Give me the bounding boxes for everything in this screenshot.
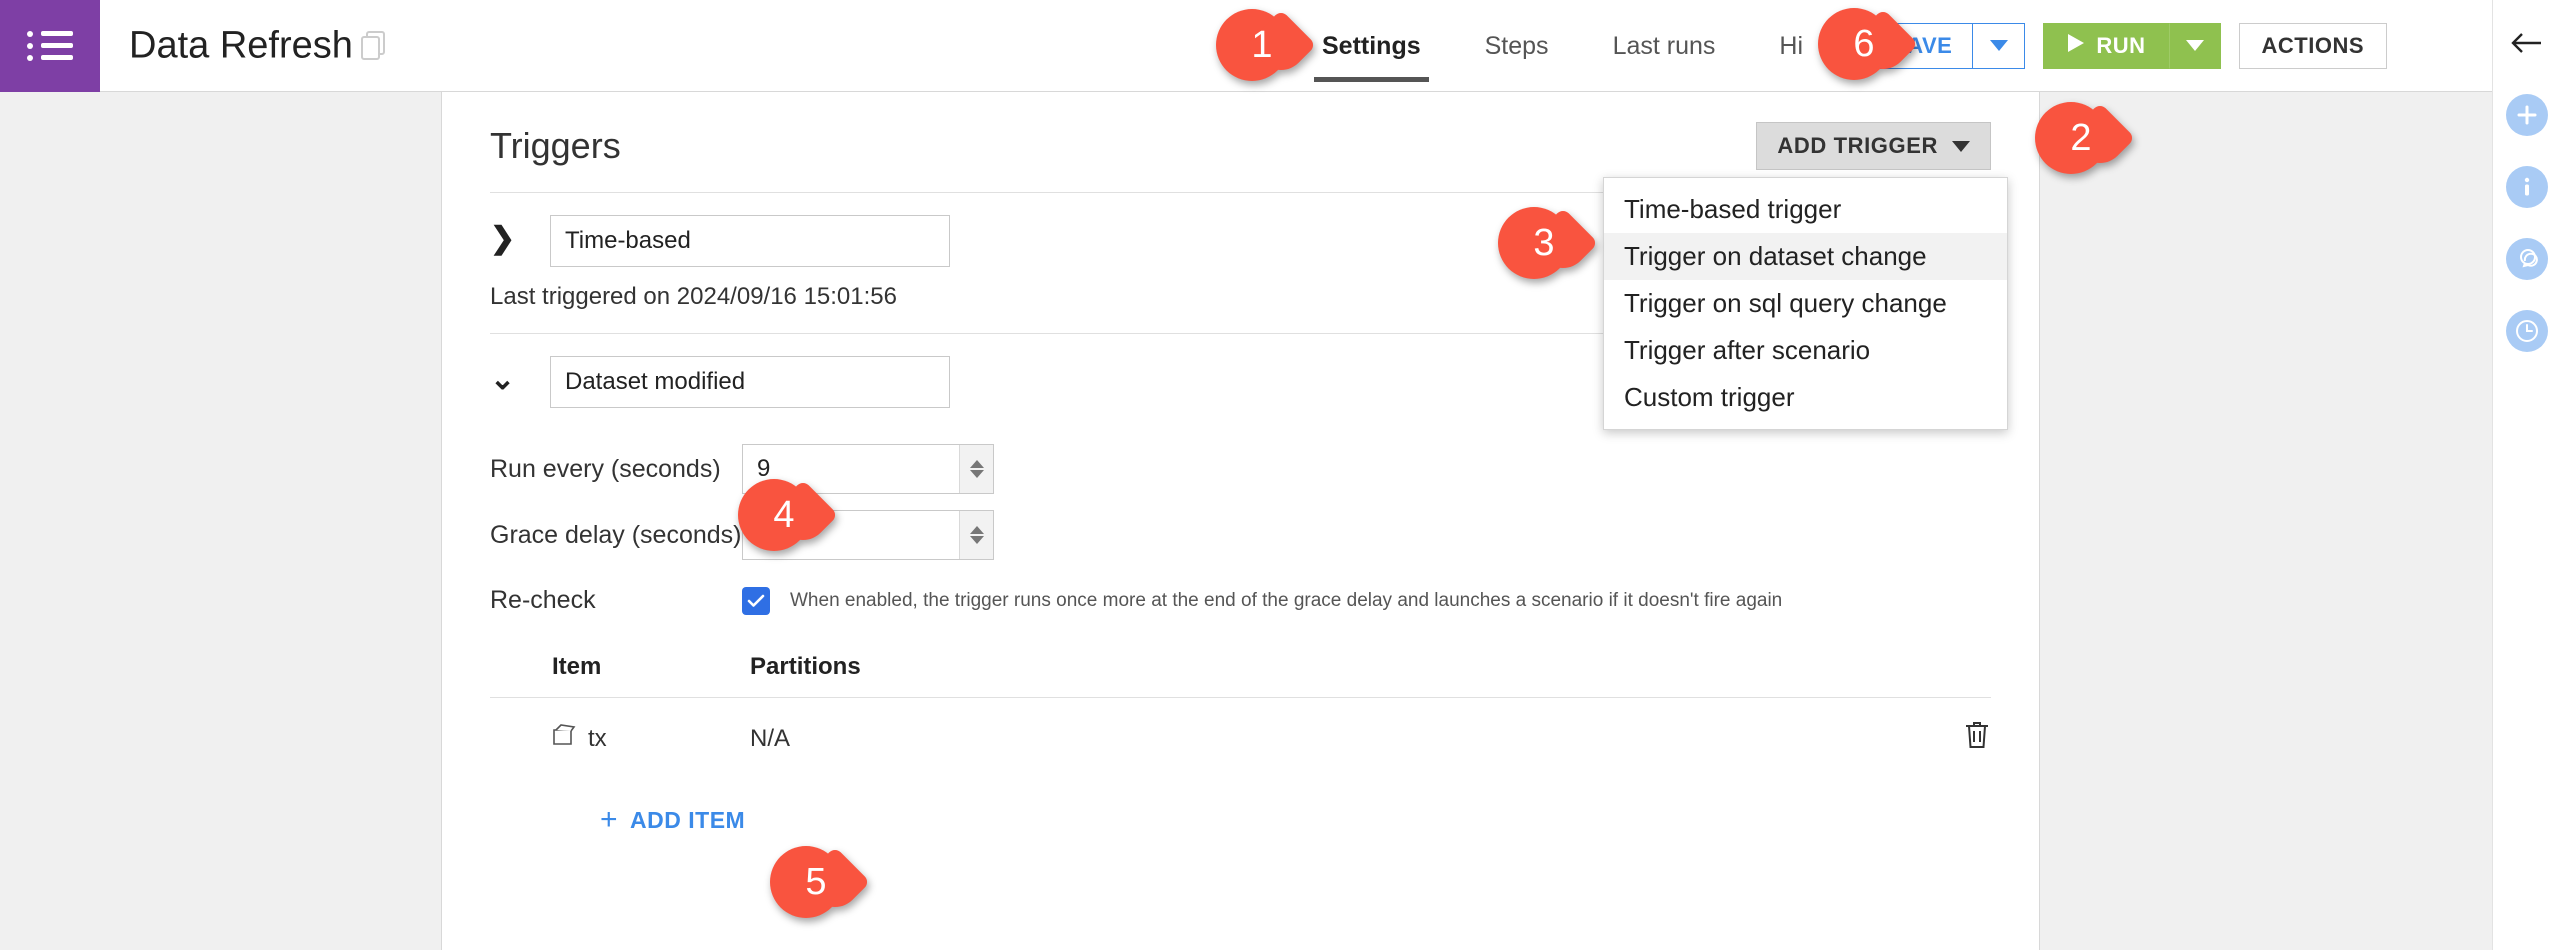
spinner-up-icon[interactable] xyxy=(970,460,984,468)
left-side-panel xyxy=(0,92,442,950)
annotation-marker-5-number: 5 xyxy=(770,846,880,918)
save-dropdown-button[interactable] xyxy=(1973,23,2025,69)
table-row: tx N/A xyxy=(490,698,1991,776)
recheck-label: Re-check xyxy=(490,586,742,615)
annotation-marker-4: 4 xyxy=(738,479,848,551)
add-trigger-button[interactable]: ADD TRIGGER xyxy=(1756,122,1991,170)
clock-history-icon[interactable] xyxy=(2506,310,2548,352)
table-header-row: Item Partitions xyxy=(490,647,1991,698)
trash-icon[interactable] xyxy=(1963,720,1991,757)
recheck-row: Re-check When enabled, the trigger runs … xyxy=(442,568,2039,625)
app-root: Data Refresh Settings Steps Last runs Hi xyxy=(0,0,2560,950)
chat-bubble-icon[interactable] xyxy=(2506,238,2548,280)
play-icon xyxy=(2066,32,2086,60)
menu-item-label: Trigger on dataset change xyxy=(1624,241,1927,271)
annotation-marker-5: 5 xyxy=(770,846,880,918)
tab-history-label: Hi xyxy=(1779,32,1803,61)
annotation-marker-1-number: 1 xyxy=(1216,9,1326,81)
annotation-marker-6-number: 6 xyxy=(1818,8,1928,80)
menu-item-custom-trigger[interactable]: Custom trigger xyxy=(1604,374,2007,421)
tab-last-runs[interactable]: Last runs xyxy=(1581,0,1748,92)
column-header-actions xyxy=(1250,647,1991,698)
annotation-marker-3-number: 3 xyxy=(1498,207,1608,279)
spinner-down-icon[interactable] xyxy=(970,536,984,544)
right-icon-rail xyxy=(2492,0,2560,950)
collapse-chevron-icon[interactable]: ⌄ xyxy=(490,356,550,397)
spinner-down-icon[interactable] xyxy=(970,470,984,478)
annotation-marker-6: 6 xyxy=(1818,8,1928,80)
add-trigger-dropdown-menu: Time-based trigger Trigger on dataset ch… xyxy=(1603,177,2008,430)
run-every-row: Run every (seconds) xyxy=(442,436,2039,502)
run-dropdown-button[interactable] xyxy=(2169,23,2221,69)
run-every-spinner[interactable] xyxy=(959,445,993,493)
annotation-marker-4-number: 4 xyxy=(738,479,848,551)
grace-delay-label: Grace delay (seconds) xyxy=(490,521,742,550)
run-every-label: Run every (seconds) xyxy=(490,455,742,484)
tab-bar: Settings Steps Last runs Hi xyxy=(1290,0,1835,92)
info-circle-icon[interactable] xyxy=(2506,166,2548,208)
item-name: tx xyxy=(588,725,607,753)
grace-delay-spinner[interactable] xyxy=(959,511,993,559)
annotation-marker-2-number: 2 xyxy=(2035,102,2145,174)
chevron-down-icon xyxy=(1952,141,1970,152)
plus-icon: + xyxy=(600,805,618,835)
menu-item-trigger-on-dataset-change[interactable]: Trigger on dataset change xyxy=(1604,233,2007,280)
column-header-partitions: Partitions xyxy=(750,647,1250,698)
trigger-name-input[interactable] xyxy=(550,356,950,408)
menu-item-time-based-trigger[interactable]: Time-based trigger xyxy=(1604,186,2007,233)
add-item-button[interactable]: + ADD ITEM xyxy=(490,775,745,835)
chevron-down-icon xyxy=(1990,40,2008,51)
menu-item-label: Time-based trigger xyxy=(1624,194,1841,224)
menu-item-trigger-on-sql-query-change[interactable]: Trigger on sql query change xyxy=(1604,280,2007,327)
copy-icon[interactable] xyxy=(360,31,388,61)
add-item-label: ADD ITEM xyxy=(630,807,745,834)
spinner-up-icon[interactable] xyxy=(970,526,984,534)
menu-item-label: Trigger on sql query change xyxy=(1624,288,1947,318)
recheck-description: When enabled, the trigger runs once more… xyxy=(790,590,1782,612)
run-button[interactable]: RUN xyxy=(2043,23,2168,69)
right-side-panel xyxy=(2040,92,2492,950)
page-title: Data Refresh xyxy=(129,24,353,67)
tab-last-runs-label: Last runs xyxy=(1613,32,1716,61)
trigger-name-input[interactable] xyxy=(550,215,950,267)
cell-partitions: N/A xyxy=(750,698,1250,776)
items-table-wrapper: Item Partitions xyxy=(442,625,2039,835)
annotation-marker-2: 2 xyxy=(2035,102,2145,174)
grace-delay-row: Grace delay (seconds) xyxy=(442,502,2039,568)
section-title: Triggers xyxy=(490,125,621,167)
recheck-checkbox[interactable] xyxy=(742,587,770,615)
chevron-down-icon xyxy=(2186,40,2204,51)
expand-chevron-icon[interactable]: ❯ xyxy=(490,215,550,256)
run-button-label: RUN xyxy=(2096,33,2145,59)
actions-button[interactable]: ACTIONS xyxy=(2239,23,2388,69)
annotation-marker-1: 1 xyxy=(1216,9,1326,81)
run-button-group: RUN xyxy=(2043,23,2220,69)
tab-steps-label: Steps xyxy=(1485,32,1549,61)
dataset-icon xyxy=(552,724,578,753)
list-menu-icon xyxy=(27,30,73,62)
tab-settings-label: Settings xyxy=(1322,32,1421,61)
app-logo[interactable] xyxy=(0,0,100,92)
items-table: Item Partitions xyxy=(490,647,1991,775)
back-arrow-icon[interactable] xyxy=(2506,22,2548,64)
tab-steps[interactable]: Steps xyxy=(1453,0,1581,92)
menu-item-label: Trigger after scenario xyxy=(1624,335,1870,365)
menu-item-label: Custom trigger xyxy=(1624,382,1795,412)
annotation-marker-3: 3 xyxy=(1498,207,1608,279)
menu-item-trigger-after-scenario[interactable]: Trigger after scenario xyxy=(1604,327,2007,374)
cell-item: tx xyxy=(490,698,750,776)
cell-delete xyxy=(1250,698,1991,776)
actions-button-label: ACTIONS xyxy=(2262,33,2365,59)
column-header-item: Item xyxy=(490,647,750,698)
plus-circle-icon[interactable] xyxy=(2506,94,2548,136)
add-trigger-label: ADD TRIGGER xyxy=(1777,133,1938,159)
